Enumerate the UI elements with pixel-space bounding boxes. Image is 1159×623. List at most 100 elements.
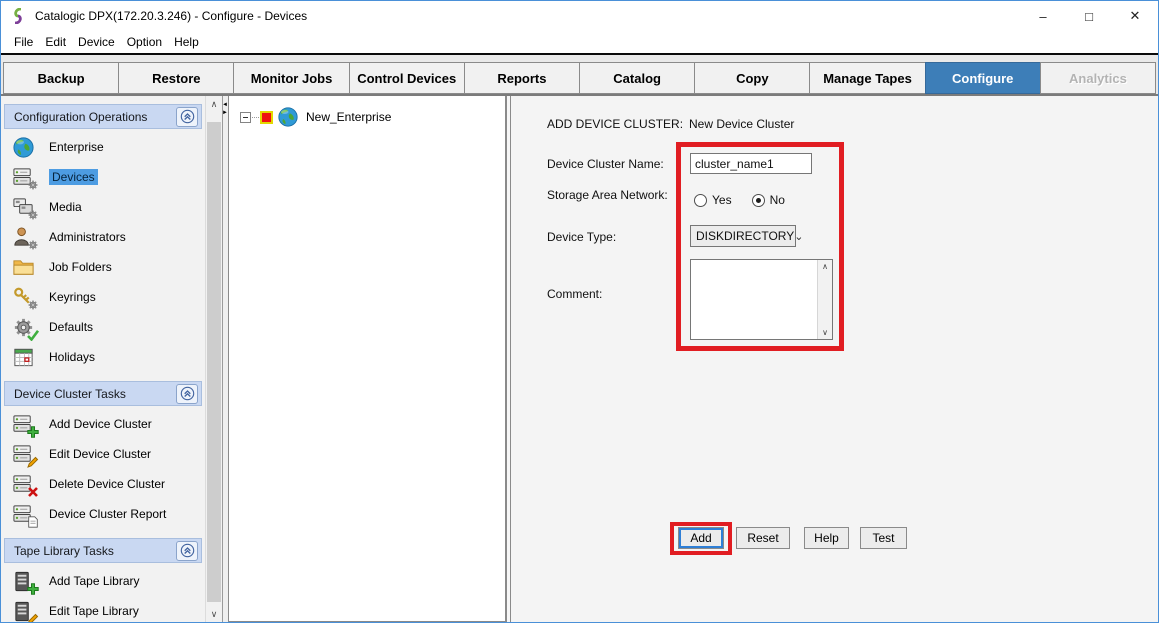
device-cluster-name-input[interactable]: cluster_name1 bbox=[690, 153, 812, 174]
sidebar-item-enterprise[interactable]: Enterprise bbox=[1, 132, 205, 162]
tree-node-new-enterprise[interactable]: New_Enterprise bbox=[229, 96, 505, 128]
scrollbar-track[interactable] bbox=[206, 112, 222, 606]
tab-bar: Backup Restore Monitor Jobs Control Devi… bbox=[1, 55, 1158, 96]
device-type-value: DISKDIRECTORY bbox=[696, 229, 794, 243]
scroll-down-icon[interactable]: ∨ bbox=[822, 328, 828, 337]
tab-backup[interactable]: Backup bbox=[3, 62, 119, 94]
sidebar-item-job-folders[interactable]: Job Folders bbox=[1, 252, 205, 282]
tab-control-devices[interactable]: Control Devices bbox=[349, 62, 465, 94]
splitter-left-icon[interactable]: ◄ bbox=[222, 102, 228, 109]
sidebar-item-device-cluster-report[interactable]: Device Cluster Report bbox=[1, 499, 205, 529]
defaults-icon bbox=[12, 315, 39, 340]
scroll-up-icon[interactable]: ∧ bbox=[822, 262, 828, 271]
reset-button[interactable]: Reset bbox=[736, 527, 790, 549]
radio-icon bbox=[752, 194, 765, 207]
device-type-dropdown[interactable]: DISKDIRECTORY ⌄ bbox=[690, 225, 796, 247]
tree-expander-icon[interactable] bbox=[240, 112, 251, 123]
section-title: Configuration Operations bbox=[14, 110, 147, 124]
devices-icon bbox=[12, 165, 39, 190]
title-bar: Catalogic DPX(172.20.3.246) - Configure … bbox=[1, 1, 1158, 31]
tab-manage-tapes[interactable]: Manage Tapes bbox=[809, 62, 925, 94]
globe-icon bbox=[12, 135, 39, 160]
server-delete-icon bbox=[12, 472, 39, 497]
sidebar-item-administrators[interactable]: Administrators bbox=[1, 222, 205, 252]
sidebar-item-edit-device-cluster[interactable]: Edit Device Cluster bbox=[1, 439, 205, 469]
test-button[interactable]: Test bbox=[860, 527, 907, 549]
sidebar-item-label: Add Tape Library bbox=[49, 574, 140, 588]
sidebar-scrollbar[interactable]: ∧ ∨ bbox=[205, 96, 222, 622]
scrollbar-thumb[interactable] bbox=[207, 122, 221, 602]
menu-edit[interactable]: Edit bbox=[39, 33, 72, 51]
sidebar: Configuration Operations Enterprise Devi… bbox=[1, 96, 205, 622]
scroll-up-icon[interactable]: ∧ bbox=[206, 96, 222, 112]
sidebar-item-label: Edit Device Cluster bbox=[49, 447, 151, 461]
comment-textarea[interactable]: ∧ ∨ bbox=[690, 259, 833, 340]
tree-connector bbox=[252, 117, 259, 118]
sidebar-item-label: Media bbox=[49, 200, 82, 214]
catalogic-logo-icon bbox=[10, 8, 26, 24]
sidebar-item-label: Edit Tape Library bbox=[49, 604, 139, 618]
sidebar-item-label: Job Folders bbox=[49, 260, 112, 274]
sidebar-item-label: Device Cluster Report bbox=[49, 507, 166, 521]
red-flag-icon bbox=[260, 111, 273, 124]
tab-restore[interactable]: Restore bbox=[118, 62, 234, 94]
globe-icon bbox=[277, 106, 299, 128]
tree-node-label: New_Enterprise bbox=[306, 110, 391, 124]
radio-label: No bbox=[770, 193, 785, 207]
sidebar-item-media[interactable]: Media bbox=[1, 192, 205, 222]
sidebar-item-add-device-cluster[interactable]: Add Device Cluster bbox=[1, 409, 205, 439]
sidebar-item-delete-device-cluster[interactable]: Delete Device Cluster bbox=[1, 469, 205, 499]
sidebar-item-defaults[interactable]: Defaults bbox=[1, 312, 205, 342]
device-cluster-name-value: cluster_name1 bbox=[695, 157, 774, 171]
server-edit-icon bbox=[12, 442, 39, 467]
calendar-icon bbox=[12, 345, 39, 370]
scroll-down-icon[interactable]: ∨ bbox=[206, 606, 222, 622]
device-cluster-name-label: Device Cluster Name: bbox=[547, 157, 664, 171]
panel-splitter[interactable]: ◄ ► bbox=[222, 96, 228, 622]
sidebar-item-label: Add Device Cluster bbox=[49, 417, 152, 431]
menu-option[interactable]: Option bbox=[121, 33, 168, 51]
server-add-icon bbox=[12, 412, 39, 437]
sidebar-item-edit-tape-library[interactable]: Edit Tape Library bbox=[1, 596, 205, 622]
tape-edit-icon bbox=[12, 599, 39, 623]
minimize-icon[interactable]: – bbox=[1020, 1, 1066, 31]
san-radio-group: Yes No bbox=[694, 193, 785, 207]
storage-area-network-label: Storage Area Network: bbox=[547, 188, 668, 202]
tab-reports[interactable]: Reports bbox=[464, 62, 580, 94]
radio-icon bbox=[694, 194, 707, 207]
comment-scrollbar[interactable]: ∧ ∨ bbox=[817, 260, 832, 339]
menu-device[interactable]: Device bbox=[72, 33, 121, 51]
tab-configure[interactable]: Configure bbox=[925, 62, 1041, 94]
sidebar-item-label: Administrators bbox=[49, 230, 126, 244]
folder-icon bbox=[12, 255, 39, 280]
enterprise-tree-panel: New_Enterprise bbox=[228, 96, 506, 622]
form-title-value: New Device Cluster bbox=[689, 117, 794, 131]
add-button[interactable]: Add bbox=[678, 527, 724, 549]
sidebar-item-keyrings[interactable]: Keyrings bbox=[1, 282, 205, 312]
sidebar-item-devices[interactable]: Devices bbox=[1, 162, 205, 192]
sidebar-item-add-tape-library[interactable]: Add Tape Library bbox=[1, 566, 205, 596]
tab-catalog[interactable]: Catalog bbox=[579, 62, 695, 94]
window-title: Catalogic DPX(172.20.3.246) - Configure … bbox=[35, 9, 307, 23]
collapse-section-button[interactable] bbox=[176, 541, 198, 561]
san-radio-no[interactable]: No bbox=[752, 193, 785, 207]
administrators-icon bbox=[12, 225, 39, 250]
menu-help[interactable]: Help bbox=[168, 33, 205, 51]
comment-label: Comment: bbox=[547, 287, 602, 301]
splitter-right-icon[interactable]: ► bbox=[222, 110, 228, 117]
tab-copy[interactable]: Copy bbox=[694, 62, 810, 94]
san-radio-yes[interactable]: Yes bbox=[694, 193, 732, 207]
maximize-icon[interactable]: □ bbox=[1066, 1, 1112, 31]
device-type-label: Device Type: bbox=[547, 230, 616, 244]
collapse-section-button[interactable] bbox=[176, 384, 198, 404]
collapse-section-button[interactable] bbox=[176, 107, 198, 127]
close-icon[interactable]: ✕ bbox=[1112, 1, 1158, 31]
menu-file[interactable]: File bbox=[8, 33, 39, 51]
tab-monitor-jobs[interactable]: Monitor Jobs bbox=[233, 62, 349, 94]
tape-add-icon bbox=[12, 569, 39, 594]
radio-label: Yes bbox=[712, 193, 732, 207]
sidebar-item-holidays[interactable]: Holidays bbox=[1, 342, 205, 372]
comment-text[interactable] bbox=[691, 260, 817, 339]
help-button[interactable]: Help bbox=[804, 527, 849, 549]
media-icon bbox=[12, 195, 39, 220]
